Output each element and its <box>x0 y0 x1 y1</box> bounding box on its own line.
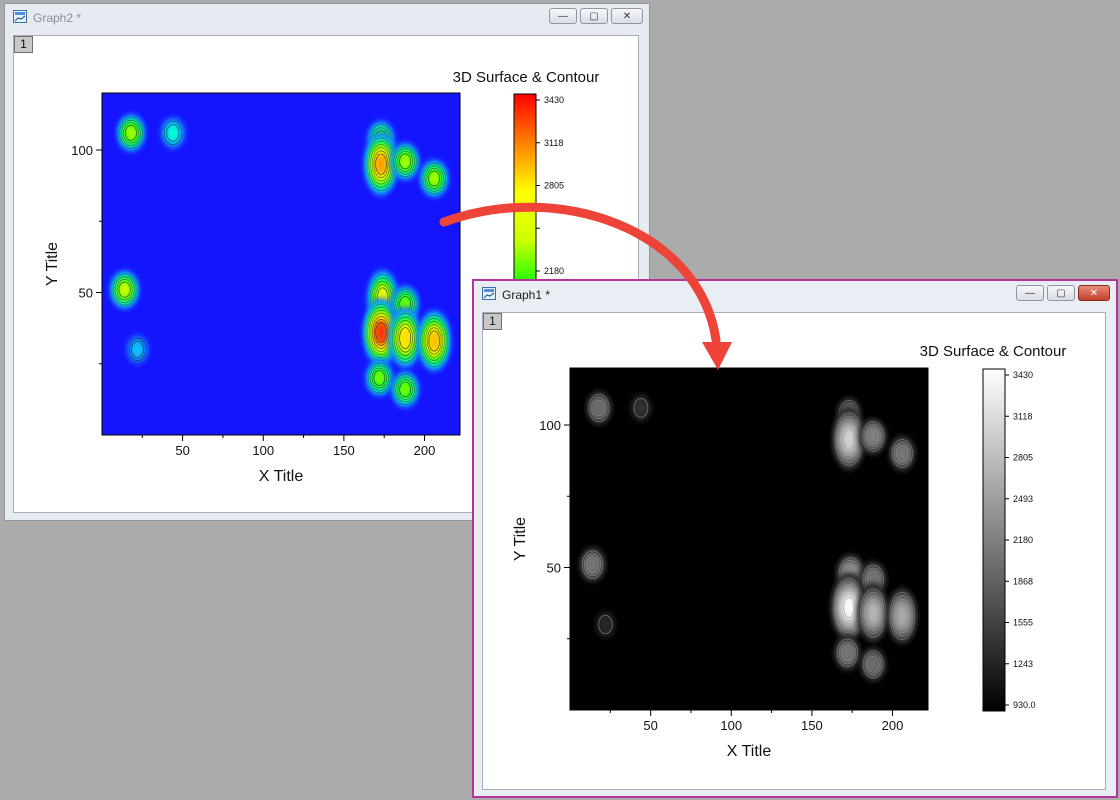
graph1-maximize-button[interactable]: ▢ <box>1047 285 1075 301</box>
hotspot-12-level-5 <box>867 601 880 625</box>
colorbar-label-0: 3430 <box>1013 370 1033 380</box>
graph2-close-button[interactable]: ✕ <box>611 8 643 24</box>
graph1-minimize-button[interactable]: — <box>1016 285 1044 301</box>
hotspot-1 <box>629 392 653 423</box>
maximize-icon: ▢ <box>589 10 599 22</box>
hotspot-0-level-4 <box>124 124 138 142</box>
graph2-title: Graph2 * <box>33 11 82 25</box>
hotspot-12-level-5 <box>399 326 412 350</box>
colorbar-label-3: 2493 <box>1013 494 1033 504</box>
x-tick-label-200: 200 <box>882 718 904 733</box>
hotspot-14 <box>886 586 918 646</box>
x-axis-title: X Title <box>727 743 772 760</box>
maximize-icon: ▢ <box>1056 287 1066 299</box>
colorbar-label-2: 2805 <box>544 181 564 191</box>
hotspot-13 <box>859 646 887 683</box>
hotspot-4 <box>859 417 888 456</box>
colorbar-label-1: 3118 <box>544 138 563 148</box>
hotspot-6 <box>109 269 140 310</box>
x-tick-label-50: 50 <box>643 718 657 733</box>
hotspot-6-level-4 <box>118 281 131 298</box>
hotspot-7 <box>126 334 149 365</box>
y-tick-label-100: 100 <box>539 418 561 433</box>
hotspot-13 <box>391 370 420 409</box>
hotspot-10 <box>365 359 394 397</box>
hotspot-5 <box>888 435 916 472</box>
y-tick-label-100: 100 <box>71 143 93 158</box>
hotspot-9-level-7 <box>843 596 855 619</box>
hotspot-14-level-5 <box>896 604 909 628</box>
graph-window-icon <box>13 10 27 23</box>
hotspot-5 <box>419 159 449 198</box>
y-tick-label-50: 50 <box>547 561 561 576</box>
x-tick-label-100: 100 <box>720 718 742 733</box>
colorbar-label-4: 2180 <box>1013 535 1033 545</box>
colorbar-gradient <box>982 368 1006 712</box>
hotspot-4-level-4 <box>867 428 880 445</box>
minimize-icon: — <box>1025 287 1035 299</box>
hotspot-6-level-3 <box>586 556 599 574</box>
hotspot-14 <box>417 309 451 373</box>
hotspot-5-level-3 <box>895 444 909 463</box>
hotspot-4 <box>390 142 420 181</box>
graph1-titlebar[interactable]: Graph1 * — ▢ ✕ <box>474 281 1116 307</box>
graph2-maximize-button[interactable]: ▢ <box>580 8 608 24</box>
colorbar-label-8: 930.0 <box>1013 700 1036 710</box>
graph1-window[interactable]: Graph1 * — ▢ ✕ 1 3D Surface & Contour 50 1… <box>472 279 1118 798</box>
graph-window-icon <box>482 287 496 300</box>
x-tick-label-100: 100 <box>252 443 274 458</box>
graph1-title: Graph1 * <box>502 288 551 302</box>
hotspot-7 <box>594 610 617 639</box>
hotspot-10-level-4 <box>373 369 386 387</box>
hotspot-0 <box>116 113 146 153</box>
y-axis-title: Y Title <box>44 242 61 286</box>
graph1-heatmap-chart: 3D Surface & Contour 50 100 150 200 50 100 X Ti… <box>512 343 1067 760</box>
hotspot-13-level-4 <box>399 381 412 398</box>
hotspot-3-level-6 <box>375 153 387 176</box>
hotspot-0 <box>585 390 613 426</box>
hotspot-3-level-6 <box>843 428 855 451</box>
hotspot-0-level-3 <box>592 399 606 417</box>
chart-title: 3D Surface & Contour <box>453 69 600 86</box>
graph1-close-button[interactable]: ✕ <box>1078 285 1110 301</box>
graph2-minimize-button[interactable]: — <box>549 8 577 24</box>
hotspot-4-level-4 <box>399 153 412 170</box>
hotspot-1-level-1 <box>633 397 649 419</box>
graph1-page: 1 3D Surface & Contour 50 100 150 200 50 100 X … <box>482 312 1106 790</box>
hotspot-14-level-6 <box>428 329 440 352</box>
hotspot-6 <box>578 546 607 584</box>
hotspot-1-level-2 <box>166 123 180 142</box>
colorbar: 3430 3118 2805 2493 2180 1868 1555 1243 930.0 <box>982 368 1036 712</box>
hotspot-12 <box>857 583 889 644</box>
x-axis-title: X Title <box>259 468 304 485</box>
close-icon: ✕ <box>1089 287 1099 299</box>
close-icon: ✕ <box>622 10 632 22</box>
hotspot-7-level-1 <box>598 614 613 635</box>
x-tick-label-150: 150 <box>333 443 355 458</box>
hotspot-9-level-7 <box>375 321 387 344</box>
hotspot-1 <box>160 116 186 150</box>
colorbar-label-6: 1555 <box>1013 618 1033 628</box>
x-tick-label-150: 150 <box>801 718 823 733</box>
chart-title: 3D Surface & Contour <box>920 343 1067 360</box>
hotspot-10-level-3 <box>840 644 854 662</box>
x-tick-label-50: 50 <box>175 443 189 458</box>
colorbar-label-3: 2180 <box>544 266 564 276</box>
graph2-titlebar[interactable]: Graph2 * — ▢ ✕ <box>5 4 649 30</box>
colorbar-label-0: 3430 <box>544 95 564 105</box>
y-tick-label-50: 50 <box>79 286 93 301</box>
hotspot-13-level-3 <box>866 655 880 673</box>
hotspot-10 <box>833 634 861 672</box>
hotspot-5-level-4 <box>428 170 441 187</box>
hotspot-7-level-2 <box>130 340 144 359</box>
colorbar-label-1: 3118 <box>1013 411 1032 421</box>
colorbar-label-5: 1868 <box>1013 576 1033 586</box>
minimize-icon: — <box>558 10 568 22</box>
colorbar-label-2: 2805 <box>1013 453 1033 463</box>
x-tick-label-200: 200 <box>414 443 436 458</box>
y-axis-title: Y Title <box>512 517 529 561</box>
colorbar-label-7: 1243 <box>1013 659 1033 669</box>
hotspot-12 <box>389 307 422 369</box>
